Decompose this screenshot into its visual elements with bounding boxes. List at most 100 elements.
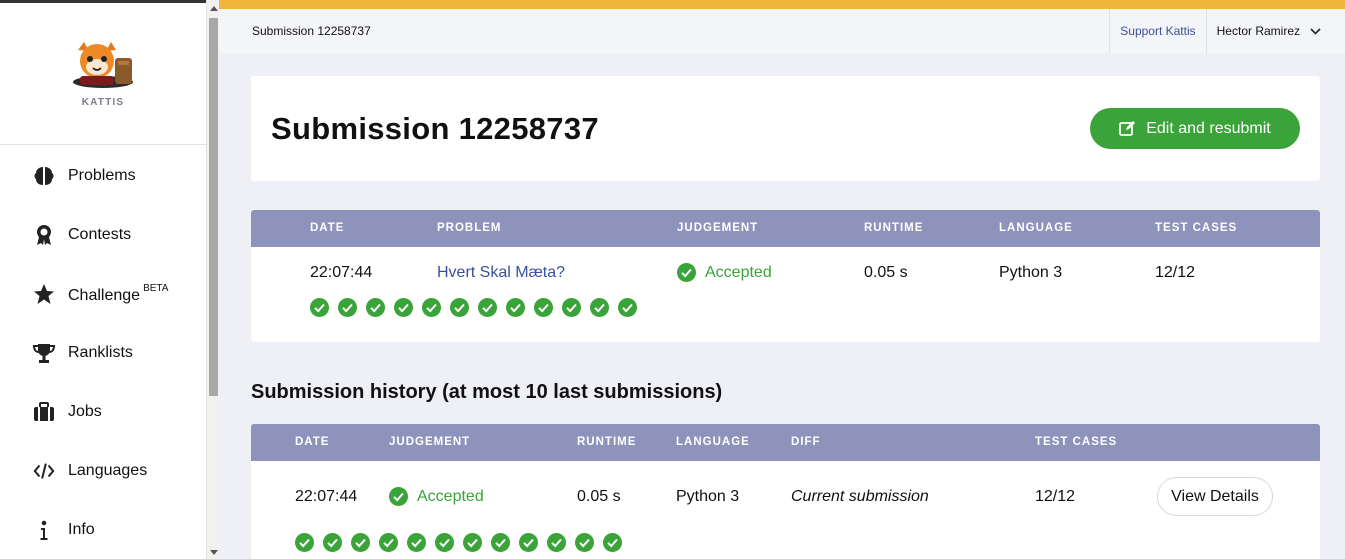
view-details-button[interactable]: View Details — [1157, 477, 1273, 516]
page-title: Submission 12258737 — [271, 110, 599, 146]
column-header-runtime: RUNTIME — [864, 222, 924, 234]
sidebar-scrollbar[interactable] — [206, 0, 219, 559]
test-case-passed-icon[interactable] — [351, 533, 370, 552]
sidebar-item-contests[interactable]: Contests — [0, 205, 206, 264]
judgement-label: Accepted — [705, 263, 772, 281]
test-case-passed-icon[interactable] — [603, 533, 622, 552]
submission-table: DATE PROBLEM JUDGEMENT RUNTIME LANGUAGE … — [251, 210, 1320, 342]
column-header-date: DATE — [310, 222, 345, 234]
chevron-down-icon — [1310, 27, 1321, 35]
user-name: Hector Ramirez — [1216, 24, 1300, 38]
test-case-passed-icon[interactable] — [463, 533, 482, 552]
test-case-passed-icon[interactable] — [618, 298, 637, 317]
test-case-results — [295, 533, 631, 552]
test-case-passed-icon[interactable] — [366, 298, 385, 317]
table-header: DATE JUDGEMENT RUNTIME LANGUAGE DIFF TES… — [251, 424, 1320, 461]
column-header-runtime: RUNTIME — [577, 436, 637, 448]
sidebar-item-label: Challenge — [68, 286, 141, 304]
test-case-passed-icon[interactable] — [407, 533, 426, 552]
column-header-test-cases: TEST CASES — [1155, 222, 1238, 234]
edit-button-label: Edit and resubmit — [1146, 119, 1271, 137]
sidebar: KATTIS Problems Contests Challenge BETA R… — [0, 0, 206, 559]
submission-date: 22:07:44 — [310, 264, 373, 281]
sidebar-item-ranklists[interactable]: Ranklists — [0, 323, 206, 382]
sidebar-item-label: Ranklists — [68, 343, 133, 361]
judgement-status: Accepted — [389, 487, 484, 506]
sidebar-item-label: Problems — [68, 166, 136, 184]
submission-header-card: Submission 12258737 Edit and resubmit — [251, 76, 1320, 181]
check-circle-icon — [677, 263, 696, 282]
test-case-passed-icon[interactable] — [547, 533, 566, 552]
judgement-status: Accepted — [677, 263, 772, 282]
column-header-date: DATE — [295, 436, 330, 448]
column-header-judgement: JUDGEMENT — [389, 436, 471, 448]
top-bar: Submission 12258737 Support Kattis Hecto… — [219, 0, 1345, 53]
test-case-results — [310, 298, 646, 317]
test-case-passed-icon[interactable] — [478, 298, 497, 317]
problem-link[interactable]: Hvert Skal Mæta? — [437, 264, 565, 282]
brand-name: KATTIS — [81, 97, 125, 108]
test-cases-value: 12/12 — [1155, 264, 1196, 281]
sidebar-item-label: Info — [68, 520, 95, 538]
test-case-passed-icon[interactable] — [422, 298, 441, 317]
test-case-passed-icon[interactable] — [379, 533, 398, 552]
test-cases-value: 12/12 — [1035, 488, 1076, 505]
trophy-icon — [33, 342, 55, 364]
column-header-problem: PROBLEM — [437, 222, 502, 234]
edit-and-resubmit-button[interactable]: Edit and resubmit — [1090, 108, 1300, 149]
table-header: DATE PROBLEM JUDGEMENT RUNTIME LANGUAGE … — [251, 210, 1320, 247]
code-icon — [33, 460, 55, 482]
scroll-up-arrow-icon[interactable] — [210, 6, 218, 11]
runtime-value: 0.05 s — [577, 488, 621, 505]
scroll-thumb[interactable] — [209, 18, 218, 396]
language-value: Python 3 — [676, 488, 740, 505]
info-icon — [33, 519, 55, 541]
test-case-passed-icon[interactable] — [506, 298, 525, 317]
star-icon — [33, 283, 55, 305]
test-case-passed-icon[interactable] — [491, 533, 510, 552]
test-case-passed-icon[interactable] — [295, 533, 314, 552]
diff-value: Current submission — [791, 488, 929, 505]
test-case-passed-icon[interactable] — [519, 533, 538, 552]
sidebar-item-problems[interactable]: Problems — [0, 146, 206, 205]
briefcase-icon — [33, 401, 55, 423]
breadcrumb: Submission 12258737 — [252, 24, 371, 38]
test-case-passed-icon[interactable] — [310, 298, 329, 317]
sidebar-item-challenge[interactable]: Challenge BETA — [0, 264, 206, 323]
sidebar-item-label: Contests — [68, 225, 132, 243]
main-nav: Problems Contests Challenge BETA Ranklist… — [0, 146, 206, 559]
test-case-passed-icon[interactable] — [338, 298, 357, 317]
sidebar-item-jobs[interactable]: Jobs — [0, 382, 206, 441]
check-circle-icon — [389, 487, 408, 506]
history-table: DATE JUDGEMENT RUNTIME LANGUAGE DIFF TES… — [251, 424, 1320, 559]
test-case-passed-icon[interactable] — [323, 533, 342, 552]
test-case-passed-icon[interactable] — [590, 298, 609, 317]
history-date: 22:07:44 — [295, 488, 358, 505]
logo-area[interactable]: KATTIS — [0, 3, 206, 145]
column-header-language: LANGUAGE — [999, 222, 1073, 234]
test-case-passed-icon[interactable] — [534, 298, 553, 317]
history-title: Submission history (at most 10 last subm… — [251, 381, 723, 403]
language-value: Python 3 — [999, 264, 1063, 281]
column-header-diff: DIFF — [791, 436, 821, 448]
test-case-passed-icon[interactable] — [394, 298, 413, 317]
beta-badge: BETA — [143, 282, 169, 294]
column-header-test-cases: TEST CASES — [1035, 436, 1118, 448]
sidebar-item-label: Languages — [68, 461, 148, 479]
column-header-judgement: JUDGEMENT — [677, 222, 759, 234]
support-link[interactable]: Support Kattis — [1109, 9, 1205, 53]
kattis-logo-icon — [73, 42, 133, 88]
sidebar-item-info[interactable]: Info — [0, 500, 206, 559]
sidebar-item-label: Jobs — [68, 402, 102, 420]
test-case-passed-icon[interactable] — [435, 533, 454, 552]
test-case-passed-icon[interactable] — [575, 533, 594, 552]
edit-icon — [1119, 121, 1136, 136]
test-case-passed-icon[interactable] — [450, 298, 469, 317]
sidebar-item-languages[interactable]: Languages — [0, 441, 206, 500]
test-case-passed-icon[interactable] — [562, 298, 581, 317]
award-icon — [33, 224, 55, 246]
column-header-language: LANGUAGE — [676, 436, 750, 448]
judgement-label: Accepted — [417, 487, 484, 505]
scroll-down-arrow-icon[interactable] — [210, 550, 218, 555]
user-menu[interactable]: Hector Ramirez — [1205, 9, 1345, 53]
